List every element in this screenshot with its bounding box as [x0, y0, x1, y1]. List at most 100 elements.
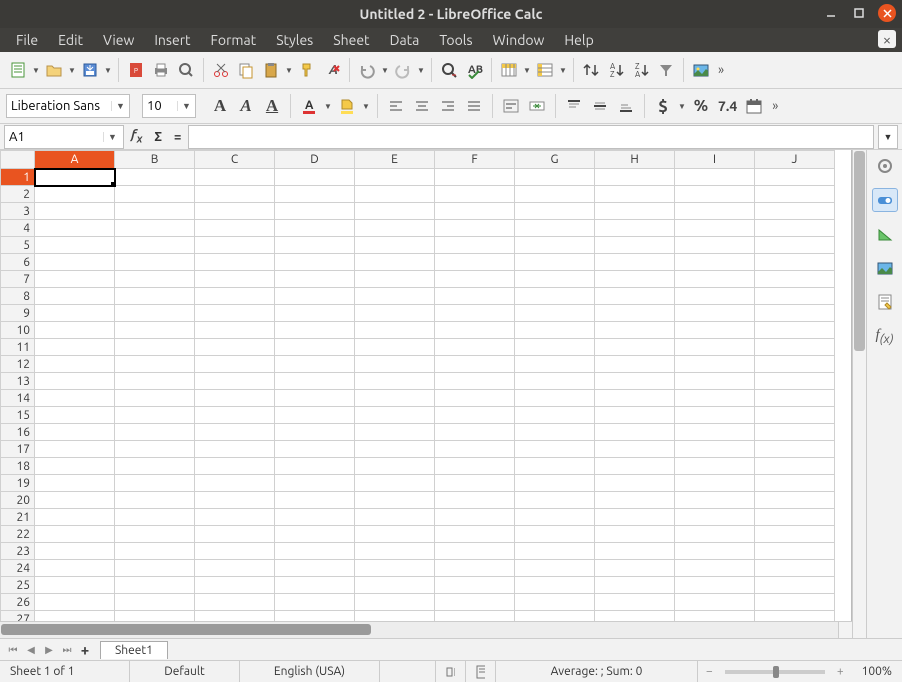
toolbar-overflow[interactable]: »	[714, 63, 728, 77]
cell[interactable]	[355, 186, 435, 203]
cell[interactable]	[675, 441, 755, 458]
cell[interactable]	[115, 169, 195, 186]
cell[interactable]	[515, 390, 595, 407]
cell[interactable]	[195, 458, 275, 475]
cell[interactable]	[515, 254, 595, 271]
cell[interactable]	[675, 492, 755, 509]
cell[interactable]	[515, 594, 595, 611]
open-button[interactable]	[42, 57, 66, 83]
cell[interactable]	[675, 169, 755, 186]
window-maximize-button[interactable]	[850, 4, 868, 22]
cell[interactable]	[115, 475, 195, 492]
cell[interactable]	[515, 271, 595, 288]
column-header[interactable]: C	[195, 151, 275, 169]
cell[interactable]	[355, 203, 435, 220]
cell[interactable]	[675, 577, 755, 594]
cell[interactable]	[355, 169, 435, 186]
cell[interactable]	[35, 288, 115, 305]
row-header[interactable]: 18	[1, 458, 35, 475]
formula-button[interactable]: =	[169, 130, 186, 144]
row-header[interactable]: 6	[1, 254, 35, 271]
cell[interactable]	[355, 254, 435, 271]
cell[interactable]	[35, 373, 115, 390]
cell[interactable]	[115, 373, 195, 390]
cell[interactable]	[195, 203, 275, 220]
cell[interactable]	[35, 611, 115, 622]
status-zoom[interactable]: 100%	[852, 661, 902, 682]
menu-format[interactable]: Format	[201, 30, 267, 50]
function-wizard-button[interactable]: fx	[126, 128, 147, 146]
cell[interactable]	[755, 560, 835, 577]
cell[interactable]	[275, 186, 355, 203]
cell[interactable]	[195, 441, 275, 458]
column-header[interactable]: G	[515, 151, 595, 169]
cell[interactable]	[435, 356, 515, 373]
cell[interactable]	[115, 441, 195, 458]
cell[interactable]	[675, 373, 755, 390]
document-close-button[interactable]: ×	[878, 30, 896, 48]
align-center-button[interactable]	[410, 93, 434, 119]
cell[interactable]	[35, 237, 115, 254]
status-avg-sum[interactable]: Average: ; Sum: 0	[496, 661, 698, 682]
cell[interactable]	[275, 322, 355, 339]
tab-add-button[interactable]: +	[76, 641, 94, 658]
cell[interactable]	[755, 509, 835, 526]
cell[interactable]	[195, 288, 275, 305]
sheet-tab-1[interactable]: Sheet1	[100, 641, 168, 659]
cell[interactable]	[755, 203, 835, 220]
cell[interactable]	[275, 203, 355, 220]
row-header[interactable]: 14	[1, 390, 35, 407]
cell[interactable]	[115, 407, 195, 424]
row-header[interactable]: 13	[1, 373, 35, 390]
cell[interactable]	[195, 407, 275, 424]
cell[interactable]	[755, 356, 835, 373]
cell[interactable]	[515, 611, 595, 622]
cell[interactable]	[755, 424, 835, 441]
sum-button[interactable]: Σ	[149, 130, 167, 144]
cell[interactable]	[515, 475, 595, 492]
cell[interactable]	[355, 577, 435, 594]
cell[interactable]	[275, 373, 355, 390]
cell[interactable]	[355, 390, 435, 407]
cell[interactable]	[595, 373, 675, 390]
cell[interactable]	[595, 560, 675, 577]
cell[interactable]	[435, 509, 515, 526]
cell[interactable]	[435, 492, 515, 509]
cell[interactable]	[675, 458, 755, 475]
status-selection-mode[interactable]	[436, 661, 466, 682]
cell[interactable]	[515, 203, 595, 220]
align-justify-button[interactable]	[462, 93, 486, 119]
cell[interactable]	[595, 475, 675, 492]
cell[interactable]	[115, 543, 195, 560]
cell[interactable]	[275, 509, 355, 526]
cell[interactable]	[275, 288, 355, 305]
cell[interactable]	[195, 594, 275, 611]
cell[interactable]	[515, 356, 595, 373]
cell[interactable]	[435, 305, 515, 322]
cell[interactable]	[115, 220, 195, 237]
cell[interactable]	[435, 237, 515, 254]
cell[interactable]	[115, 305, 195, 322]
cell[interactable]	[435, 441, 515, 458]
cell[interactable]	[355, 492, 435, 509]
cell[interactable]	[755, 526, 835, 543]
row-header[interactable]: 23	[1, 543, 35, 560]
formula-input-box[interactable]	[188, 125, 874, 149]
vertical-scrollbar[interactable]	[852, 150, 866, 638]
cell[interactable]	[675, 203, 755, 220]
cell[interactable]	[595, 186, 675, 203]
cell[interactable]	[195, 611, 275, 622]
zoom-out-button[interactable]: −	[702, 665, 717, 678]
cell[interactable]	[515, 186, 595, 203]
cell[interactable]	[195, 509, 275, 526]
cell[interactable]	[35, 305, 115, 322]
row-header[interactable]: 21	[1, 509, 35, 526]
cell[interactable]	[115, 271, 195, 288]
cell[interactable]	[355, 373, 435, 390]
cell[interactable]	[595, 271, 675, 288]
sort-desc-button[interactable]: ZA	[629, 57, 653, 83]
cell[interactable]	[355, 237, 435, 254]
cell[interactable]	[355, 271, 435, 288]
cell[interactable]	[755, 475, 835, 492]
cell[interactable]	[275, 577, 355, 594]
